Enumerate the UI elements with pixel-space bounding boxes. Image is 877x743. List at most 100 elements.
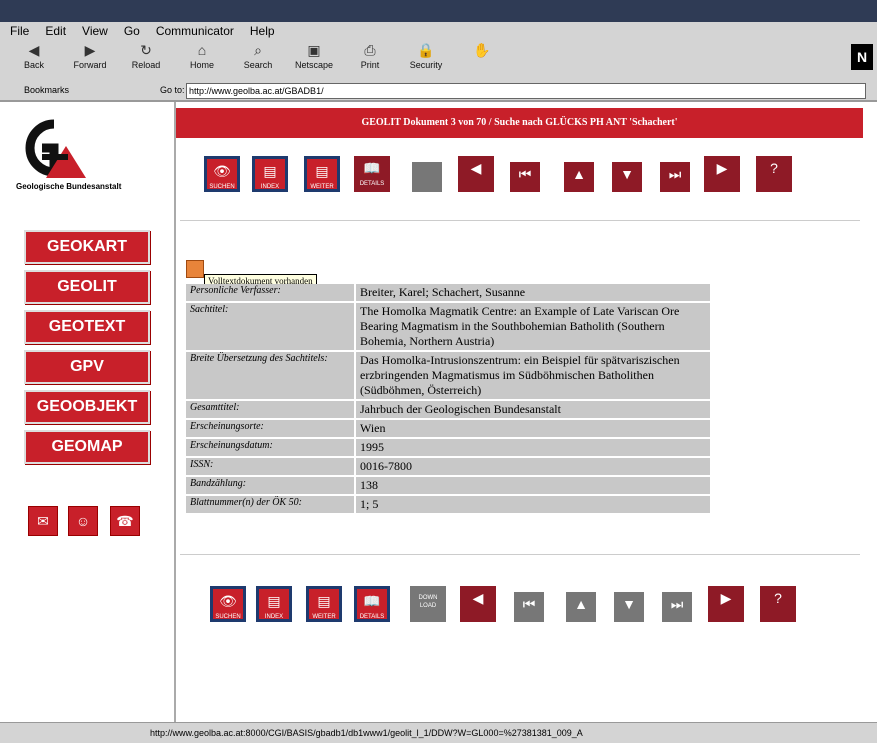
phone-icon[interactable]: ☎	[110, 506, 140, 536]
down-button[interactable]: ▼	[612, 162, 642, 192]
row-label: ISSN:	[186, 458, 354, 475]
search-icon: ⌕	[254, 42, 262, 58]
down-button-bottom[interactable]: ▼	[614, 592, 644, 622]
up-button-bottom[interactable]: ▲	[566, 592, 596, 622]
details-button-bottom[interactable]: 📖 DETAILS	[354, 586, 390, 622]
download-button-disabled	[412, 162, 442, 192]
row-value-date: 1995	[356, 439, 710, 456]
last-button[interactable]: ⏭	[660, 162, 690, 192]
document-icon: ▤	[267, 593, 281, 609]
netscape-icon: ▣	[307, 42, 321, 58]
weiter-button[interactable]: ▤ WEITER	[304, 156, 340, 192]
table-row: Bandzählung: 138	[186, 477, 710, 494]
row-label: Gesamttitel:	[186, 401, 354, 418]
table-row: Sachtitel: The Homolka Magmatik Centre: a…	[186, 303, 710, 350]
row-label: Breite Übersetzung des Sachtitels:	[186, 352, 354, 399]
row-value-sheet: 1; 5	[356, 496, 710, 513]
netscape-logo: N	[851, 44, 873, 70]
menu-help[interactable]: Help	[250, 24, 275, 38]
row-value-series: Jahrbuch der Geologischen Bundesanstalt	[356, 401, 710, 418]
nav-gpv[interactable]: GPV	[24, 350, 150, 384]
reload-icon: ↻	[140, 42, 152, 58]
prev-button[interactable]: ◀	[458, 156, 494, 192]
table-row: Erscheinungsorte: Wien	[186, 420, 710, 437]
menu-edit[interactable]: Edit	[45, 24, 66, 38]
browser-toolbar: ◀ Back ▶ Forward ↻ Reload ⌂ Home ⌕ Search ▣ Ne…	[0, 40, 877, 83]
row-label: Blattnummer(n) der ÖK 50:	[186, 496, 354, 513]
next-button-bottom[interactable]: ▶	[708, 586, 744, 622]
eye-icon: 👁	[213, 163, 231, 179]
table-row: Blattnummer(n) der ÖK 50: 1; 5	[186, 496, 710, 513]
left-navigation-frame: Geologische Bundesanstalt GEOKART GEOLIT…	[0, 102, 176, 722]
back-button[interactable]: ◀ Back	[8, 42, 60, 70]
stop-icon: ✋	[473, 42, 491, 58]
caret-left-icon: ◀	[470, 160, 482, 176]
caret-right-icon: ▶	[720, 590, 732, 606]
home-button[interactable]: ⌂ Home	[176, 42, 228, 70]
url-input[interactable]: http://www.geolba.ac.at/GBADB1/	[186, 83, 866, 99]
last-button-bottom[interactable]: ⏭	[662, 592, 692, 622]
row-label: Personliche Verfasser:	[186, 284, 354, 301]
table-row: Personliche Verfasser: Breiter, Karel; Sc…	[186, 284, 710, 301]
help-button-bottom[interactable]: ?	[760, 586, 796, 622]
row-value-authors: Breiter, Karel; Schachert, Susanne	[356, 284, 710, 301]
question-icon: ?	[774, 590, 782, 606]
menu-file[interactable]: File	[10, 24, 29, 38]
book-icon: 📖	[363, 160, 381, 176]
caret-up-icon: ▲	[574, 596, 588, 612]
content-frame: GEOLIT Dokument 3 von 70 / Suche nach GL…	[176, 102, 877, 722]
caret-down-icon: ▼	[622, 596, 636, 612]
caret-up-icon: ▲	[572, 166, 586, 182]
download-button[interactable]: DOWN LOAD	[410, 586, 446, 622]
row-label: Erscheinungsorte:	[186, 420, 354, 437]
first-button-bottom[interactable]: ⏮	[514, 592, 544, 622]
fulltext-document-icon[interactable]	[186, 260, 204, 278]
details-button[interactable]: 📖 DETAILS	[354, 156, 390, 192]
next-button[interactable]: ▶	[704, 156, 740, 192]
ga-logo	[25, 119, 86, 178]
table-row: Gesamttitel: Jahrbuch der Geologischen Bu…	[186, 401, 710, 418]
people-icon[interactable]: ☺	[68, 506, 98, 536]
netscape-button[interactable]: ▣ Netscape	[288, 42, 340, 70]
nav-geomap[interactable]: GEOMAP	[24, 430, 150, 464]
question-icon: ?	[770, 160, 778, 176]
menu-communicator[interactable]: Communicator	[156, 24, 234, 38]
print-button[interactable]: ⎙ Print	[344, 42, 396, 70]
bookmarks-button[interactable]: Bookmarks	[24, 85, 69, 95]
page-frame: Geologische Bundesanstalt GEOKART GEOLIT…	[0, 100, 877, 722]
menu-go[interactable]: Go	[124, 24, 140, 38]
weiter-button-bottom[interactable]: ▤ WEITER	[306, 586, 342, 622]
prev-button-bottom[interactable]: ◀	[460, 586, 496, 622]
index-button-bottom[interactable]: ▤ INDEX	[256, 586, 292, 622]
nav-geokart[interactable]: GEOKART	[24, 230, 150, 264]
window-titlebar	[0, 0, 877, 22]
document-icon: ▤	[263, 163, 277, 179]
first-button[interactable]: ⏮	[510, 162, 540, 192]
help-button[interactable]: ?	[756, 156, 792, 192]
reload-button[interactable]: ↻ Reload	[120, 42, 172, 70]
table-row: Erscheinungsdatum: 1995	[186, 439, 710, 456]
security-button[interactable]: 🔒 Security	[400, 42, 452, 70]
mail-icon[interactable]: ✉	[28, 506, 58, 536]
skip-back-icon: ⏮	[522, 596, 536, 612]
search-button[interactable]: ⌕ Search	[232, 42, 284, 70]
index-button[interactable]: ▤ INDEX	[252, 156, 288, 192]
row-value-translation: Das Homolka-Intrusionszentrum: ein Beisp…	[356, 352, 710, 399]
home-icon: ⌂	[197, 42, 207, 58]
row-value-place: Wien	[356, 420, 710, 437]
nav-geoobjekt[interactable]: GEOOBJEKT	[24, 390, 150, 424]
up-button[interactable]: ▲	[564, 162, 594, 192]
forward-button[interactable]: ▶ Forward	[64, 42, 116, 70]
separator	[180, 220, 860, 221]
caret-down-icon: ▼	[620, 166, 634, 182]
suchen-button-bottom[interactable]: 👁 SUCHEN	[210, 586, 246, 622]
row-label: Bandzählung:	[186, 477, 354, 494]
menu-view[interactable]: View	[82, 24, 108, 38]
stop-button[interactable]: ✋	[456, 42, 508, 60]
document-icon: ▤	[315, 163, 329, 179]
suchen-button[interactable]: 👁 SUCHEN	[204, 156, 240, 192]
nav-geolit[interactable]: GEOLIT	[24, 270, 150, 304]
forward-icon: ▶	[84, 42, 96, 58]
nav-geotext[interactable]: GEOTEXT	[24, 310, 150, 344]
menu-bar: File Edit View Go Communicator Help	[0, 22, 877, 40]
